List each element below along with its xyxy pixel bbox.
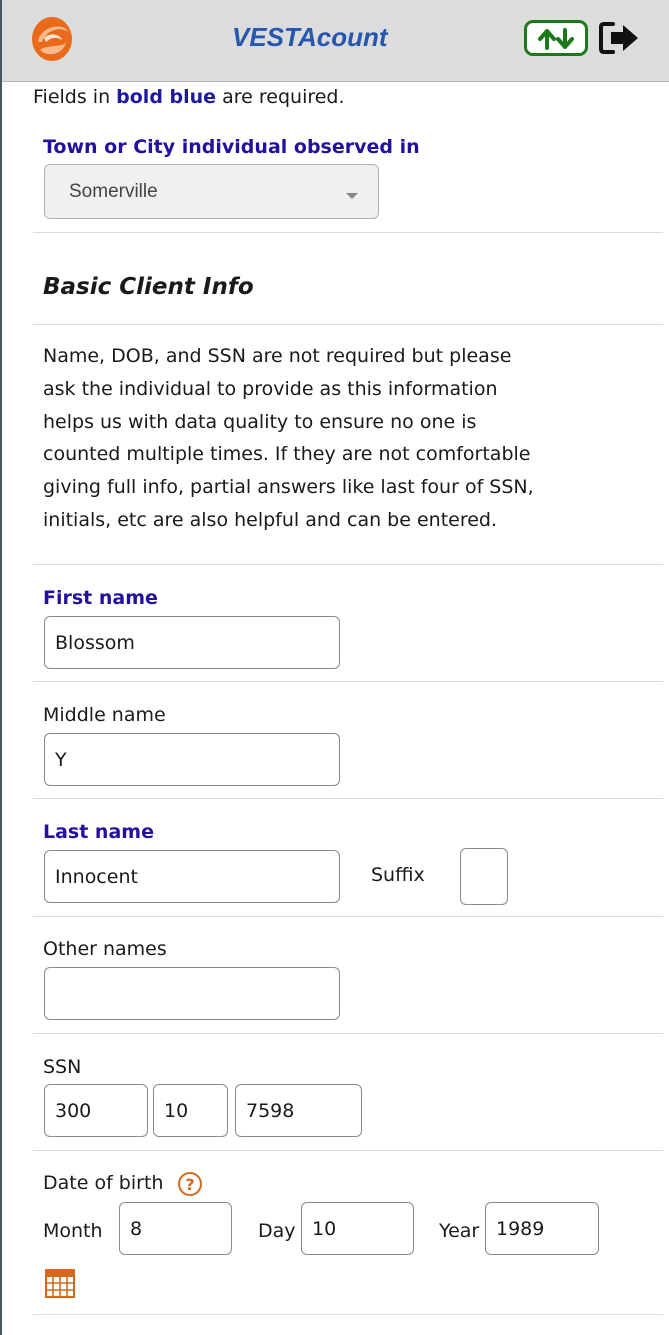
other-names-input[interactable] (44, 967, 340, 1020)
app-header: VESTAcount (2, 0, 669, 82)
divider (33, 564, 663, 565)
ssn-part2-input[interactable]: 10 (153, 1084, 228, 1137)
town-label: Town or City individual observed in (43, 136, 420, 158)
dob-month-input[interactable]: 8 (119, 1202, 232, 1255)
logout-button[interactable] (599, 20, 641, 56)
app-title: VESTAcount (232, 22, 388, 52)
chevron-down-icon (346, 193, 358, 199)
first-name-label: First name (43, 587, 158, 609)
calendar-icon[interactable] (45, 1268, 75, 1298)
divider (33, 798, 663, 799)
divider (33, 232, 663, 233)
town-select[interactable]: Somerville (44, 164, 379, 219)
dob-label: Date of birth (43, 1172, 164, 1194)
divider (33, 1033, 663, 1034)
divider (33, 1314, 663, 1315)
divider (33, 324, 663, 325)
dob-day-label: Day (258, 1220, 296, 1242)
divider (33, 681, 663, 682)
dob-month-label: Month (43, 1220, 103, 1242)
other-names-label: Other names (43, 938, 167, 960)
last-name-label: Last name (43, 821, 154, 843)
last-name-input[interactable]: Innocent (44, 850, 340, 903)
dob-year-label: Year (439, 1220, 480, 1242)
question-circle-icon[interactable]: ? (178, 1172, 202, 1196)
logout-arrow-icon (599, 22, 638, 54)
swirl-logo-icon (30, 14, 74, 64)
suffix-label: Suffix (371, 864, 425, 886)
town-select-value: Somerville (69, 180, 158, 202)
dob-day-input[interactable]: 10 (301, 1202, 414, 1255)
divider (33, 1150, 663, 1151)
section-description: Name, DOB, and SSN are not required but … (43, 345, 534, 531)
ssn-part3-input[interactable]: 7598 (235, 1084, 362, 1137)
dob-year-input[interactable]: 1989 (485, 1202, 599, 1255)
section-title: Basic Client Info (43, 274, 254, 300)
suffix-input[interactable] (460, 848, 508, 905)
up-down-arrows-icon (538, 28, 574, 50)
required-hint: Fields in bold blue are required. (33, 86, 345, 108)
ssn-label: SSN (43, 1056, 82, 1078)
middle-name-label: Middle name (43, 704, 166, 726)
divider (33, 916, 663, 917)
first-name-input[interactable]: Blossom (44, 616, 340, 669)
sync-button[interactable] (524, 20, 588, 56)
ssn-part1-input[interactable]: 300 (44, 1084, 148, 1137)
middle-name-input[interactable]: Y (44, 733, 340, 786)
